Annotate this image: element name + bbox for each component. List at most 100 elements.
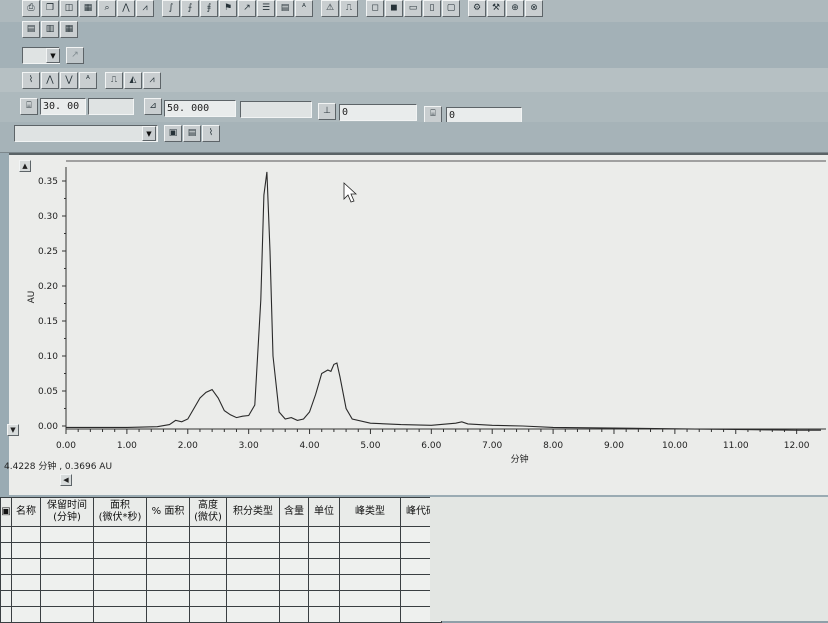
- tool2-icon[interactable]: ⚒: [487, 0, 505, 17]
- column-header[interactable]: % 面积: [146, 497, 190, 527]
- table-cell[interactable]: [40, 590, 94, 607]
- zoom-icon[interactable]: ⌕: [98, 0, 116, 17]
- table-cell[interactable]: [189, 526, 227, 543]
- table-cell[interactable]: [93, 542, 147, 559]
- integrate-icon[interactable]: ∫: [162, 0, 180, 17]
- chevron-down-icon[interactable]: ▼: [46, 48, 60, 63]
- scroll-left-icon[interactable]: ◀: [60, 474, 72, 486]
- window2-icon[interactable]: ◼: [385, 0, 403, 17]
- report-icon[interactable]: ▤: [276, 0, 294, 17]
- label-icon[interactable]: ᴬ: [295, 0, 313, 17]
- table-cell[interactable]: [0, 574, 12, 591]
- peak-list-icon[interactable]: ⌇: [22, 72, 40, 89]
- table-row[interactable]: [0, 574, 442, 591]
- scroll-down-icon[interactable]: ▼: [7, 424, 19, 436]
- table-cell[interactable]: [0, 542, 12, 559]
- table-cell[interactable]: [308, 574, 340, 591]
- print-icon[interactable]: ⎙: [22, 0, 40, 17]
- peak2-icon[interactable]: ⩘: [136, 0, 154, 17]
- window4-icon[interactable]: ▯: [423, 0, 441, 17]
- table-cell[interactable]: [11, 542, 41, 559]
- warning-icon[interactable]: ⚠: [321, 0, 339, 17]
- au-range-blank[interactable]: [240, 101, 312, 118]
- table-cell[interactable]: [40, 558, 94, 575]
- table-cell[interactable]: [11, 590, 41, 607]
- baseline-icon[interactable]: ⎍: [105, 72, 123, 89]
- window3-icon[interactable]: ▭: [404, 0, 422, 17]
- table-cell[interactable]: [279, 590, 309, 607]
- stack-icon[interactable]: ⩘: [143, 72, 161, 89]
- table-cell[interactable]: [93, 558, 147, 575]
- tool3-icon[interactable]: ⊕: [506, 0, 524, 17]
- open-icon[interactable]: ▤: [22, 21, 40, 38]
- tool-icon[interactable]: ⚙: [468, 0, 486, 17]
- table-cell[interactable]: [0, 558, 12, 575]
- peak-icon[interactable]: ⋀: [117, 0, 135, 17]
- table-cell[interactable]: [339, 574, 401, 591]
- table-cell[interactable]: [11, 526, 41, 543]
- table-cell[interactable]: [40, 606, 94, 623]
- table-cell[interactable]: [339, 526, 401, 543]
- table-cell[interactable]: [308, 606, 340, 623]
- table-cell[interactable]: [93, 574, 147, 591]
- column-header[interactable]: 积分类型: [226, 497, 280, 527]
- threshold-input[interactable]: 0: [339, 104, 417, 121]
- threshold-icon[interactable]: ⊥: [318, 103, 336, 120]
- offset-icon[interactable]: ⌸: [424, 106, 442, 123]
- table-cell[interactable]: [93, 606, 147, 623]
- table-cell[interactable]: [189, 542, 227, 559]
- table-cell[interactable]: [11, 606, 41, 623]
- table-cell[interactable]: [93, 526, 147, 543]
- column-header[interactable]: 面积 (微伏*秒): [93, 497, 147, 527]
- table-cell[interactable]: [0, 526, 12, 543]
- table-cell[interactable]: [226, 606, 280, 623]
- table-cell[interactable]: [11, 558, 41, 575]
- chromatogram-chart[interactable]: 0.00 0.05 0.10 0.15 0.20 0.25 0.30 0.35 0.00 1.00…: [9, 155, 828, 495]
- baseline-icon[interactable]: ⎍: [340, 0, 358, 17]
- window-icon[interactable]: ◻: [366, 0, 384, 17]
- table-row[interactable]: [0, 590, 442, 607]
- time-range-blank[interactable]: [88, 98, 134, 115]
- column-header[interactable]: 名称: [11, 497, 41, 527]
- table-cell[interactable]: [93, 590, 147, 607]
- table-cell[interactable]: [226, 526, 280, 543]
- column-header[interactable]: 含量: [279, 497, 309, 527]
- scroll-up-icon[interactable]: ▲: [19, 160, 31, 172]
- table-cell[interactable]: [40, 542, 94, 559]
- table-cell[interactable]: [226, 558, 280, 575]
- table-cell[interactable]: [308, 558, 340, 575]
- au-range-input[interactable]: 50. 000: [164, 100, 236, 117]
- method-dropdown[interactable]: [14, 125, 158, 142]
- table-row[interactable]: [0, 526, 442, 543]
- table-cell[interactable]: [40, 574, 94, 591]
- table-row[interactable]: [0, 606, 442, 623]
- save-icon[interactable]: ▥: [41, 21, 59, 38]
- au-range-icon[interactable]: ⊿: [144, 98, 162, 115]
- export-icon[interactable]: ▦: [60, 21, 78, 38]
- table-cell[interactable]: [40, 526, 94, 543]
- table-cell[interactable]: [11, 574, 41, 591]
- table-cell[interactable]: [189, 606, 227, 623]
- table-cell[interactable]: [339, 590, 401, 607]
- table-cell[interactable]: [339, 558, 401, 575]
- tool4-icon[interactable]: ⊗: [525, 0, 543, 17]
- preview-icon[interactable]: ◫: [60, 0, 78, 17]
- copy-icon[interactable]: ❐: [41, 0, 59, 17]
- table-cell[interactable]: [279, 558, 309, 575]
- time-range-icon[interactable]: ⌸: [20, 98, 38, 115]
- table-cell[interactable]: [189, 590, 227, 607]
- column-header[interactable]: 保留时间 (分钟): [40, 497, 94, 527]
- table-cell[interactable]: [146, 558, 190, 575]
- integrate2-icon[interactable]: ⨍: [181, 0, 199, 17]
- method-save-icon[interactable]: ▤: [183, 125, 201, 142]
- table-cell[interactable]: [226, 542, 280, 559]
- method-open-icon[interactable]: ▣: [164, 125, 182, 142]
- table-cell[interactable]: [0, 606, 12, 623]
- table-cell[interactable]: [308, 542, 340, 559]
- table-cell[interactable]: [146, 606, 190, 623]
- column-header[interactable]: 峰类型: [339, 497, 401, 527]
- table-corner-icon[interactable]: ▣: [0, 497, 12, 527]
- integrate3-icon[interactable]: ⨎: [200, 0, 218, 17]
- table-cell[interactable]: [0, 590, 12, 607]
- table-cell[interactable]: [189, 558, 227, 575]
